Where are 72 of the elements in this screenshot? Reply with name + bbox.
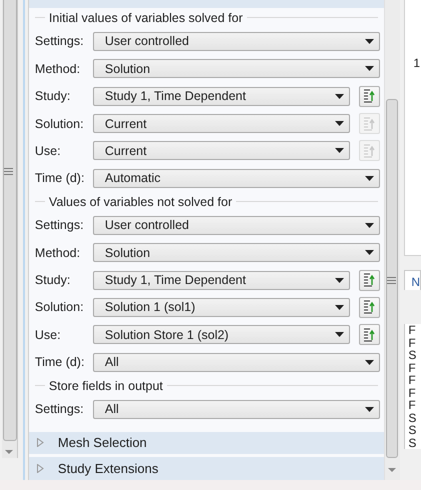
dropdown[interactable]: All (92, 352, 380, 372)
dropdown-arrow-icon (334, 121, 344, 126)
go-to-source-button[interactable] (358, 324, 380, 346)
field-label: Settings: (34, 402, 85, 416)
list-arrow-icon (362, 300, 376, 314)
list-item[interactable]: S (408, 349, 421, 362)
scrollbar[interactable] (384, 0, 400, 480)
dropdown[interactable]: Solution (92, 59, 380, 78)
list-arrow-icon (362, 328, 376, 342)
dropdown-arrow-icon (334, 304, 344, 310)
dropdown-arrow-icon (364, 360, 374, 365)
field-label: Settings: (34, 34, 85, 48)
dropdown[interactable]: Automatic (92, 168, 380, 188)
list-item[interactable]: F (408, 362, 421, 374)
dropdown[interactable]: Current (92, 114, 350, 133)
field-label: Use: (34, 144, 62, 158)
field-label: Method: (34, 62, 82, 76)
dropdown-arrow-icon (334, 278, 344, 283)
group-title: Store fields in output (48, 378, 163, 393)
list-item[interactable]: F (408, 386, 421, 399)
dropdown[interactable]: User controlled (92, 32, 380, 51)
dropdown[interactable]: Current (92, 141, 350, 160)
field-label: Study: (34, 273, 72, 288)
panel-text: 1 (413, 56, 420, 70)
field-label: Solution: (34, 300, 85, 314)
dropdown-arrow-icon (364, 406, 374, 412)
list-arrow-icon (362, 116, 376, 130)
field-label: Time (d): (34, 171, 86, 186)
dropdown[interactable]: User controlled (92, 216, 380, 235)
field-label: Study: (34, 89, 72, 104)
field-label: Method: (34, 246, 82, 260)
go-to-source-button[interactable] (358, 86, 380, 107)
dropdown[interactable]: Study 1, Time Dependent (92, 86, 350, 106)
dropdown-arrow-icon (334, 148, 344, 154)
list-arrow-icon (362, 273, 376, 288)
dropdown-arrow-icon (364, 176, 374, 181)
scroll-down-arrow-icon[interactable] (388, 468, 396, 472)
list-item[interactable]: F (408, 374, 421, 386)
field-label: Use: (34, 328, 62, 342)
dropdown[interactable]: Solution 1 (sol1) (92, 298, 350, 317)
scrollbar-grip-icon (4, 168, 13, 175)
dropdown[interactable]: Solution Store 1 (sol2) (92, 325, 350, 344)
dropdown-arrow-icon (364, 250, 374, 256)
field-label: Time (d): (34, 355, 86, 370)
field-label: Solution: (34, 116, 85, 130)
group-title: Values of variables not solved for (48, 194, 232, 209)
list-item[interactable]: S (408, 412, 421, 424)
list-arrow-icon (362, 89, 376, 104)
list-item[interactable]: S (408, 424, 421, 436)
list-item[interactable]: S (408, 436, 421, 449)
scrollbar[interactable] (2, 0, 18, 458)
dropdown-arrow-icon (334, 94, 344, 99)
dropdown-arrow-icon (364, 66, 374, 72)
dropdown[interactable]: Solution (92, 243, 380, 262)
scroll-down-arrow-icon[interactable] (5, 450, 13, 454)
dropdown-arrow-icon (334, 332, 344, 338)
list-item[interactable]: F (408, 399, 421, 412)
dropdown[interactable]: Study 1, Time Dependent (92, 270, 350, 290)
list-arrow-icon (362, 144, 376, 158)
field-label: Settings: (34, 218, 85, 232)
dropdown-arrow-icon (364, 38, 374, 44)
collapsible-section-header[interactable]: Mesh Selection (28, 432, 384, 454)
list-item[interactable]: F (408, 336, 421, 349)
dropdown-arrow-icon (364, 222, 374, 228)
collapsible-section-header[interactable]: Study Extensions (28, 457, 384, 480)
group-title: Initial values of variables solved for (48, 10, 243, 25)
scrollbar-grip-icon (387, 277, 396, 284)
go-to-source-button[interactable] (358, 296, 380, 318)
list-item[interactable]: F (408, 324, 421, 336)
go-to-source-button[interactable] (358, 270, 380, 291)
panel-tab[interactable]: N (404, 270, 421, 290)
dropdown[interactable]: All (92, 400, 380, 419)
